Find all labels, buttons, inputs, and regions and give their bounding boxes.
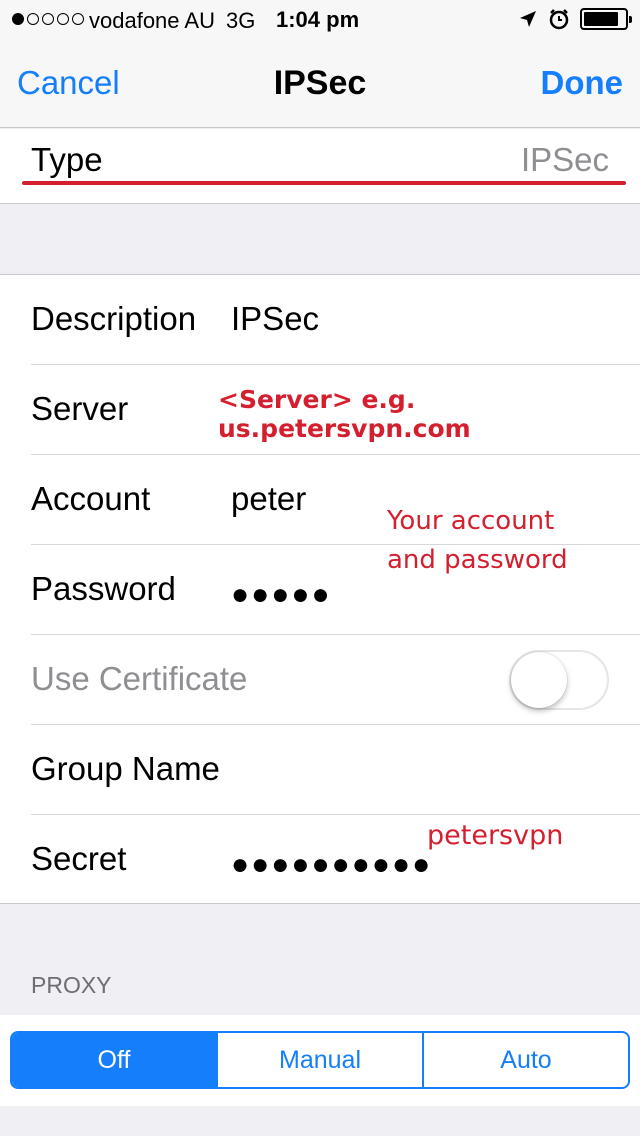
group-name-row[interactable]: Group Name — [31, 725, 640, 815]
secret-label: Secret — [31, 840, 127, 877]
group-name-label: Group Name — [31, 750, 220, 787]
carrier-name: vodafone AU — [89, 8, 215, 33]
status-bar: vodafone AU 3G 1:04 pm — [0, 0, 640, 40]
secret-field[interactable]: ●●●●●●●●●● — [231, 848, 432, 882]
toggle-knob — [511, 652, 567, 708]
vpn-settings-form: Description IPSec Server Account peter P… — [0, 274, 640, 904]
proxy-option-auto[interactable]: Auto — [422, 1033, 628, 1087]
account-field[interactable]: peter — [231, 480, 306, 518]
account-label: Account — [31, 480, 151, 517]
account-annotation: Your account and password — [387, 502, 568, 580]
use-certificate-toggle[interactable] — [509, 650, 609, 710]
proxy-section-header: PROXY — [31, 972, 112, 998]
done-button[interactable]: Done — [541, 64, 624, 102]
battery-icon — [580, 8, 632, 30]
use-certificate-label: Use Certificate — [31, 660, 248, 697]
server-annotation: <Server> e.g. us.petersvpn.com — [218, 385, 471, 443]
proxy-section: Off Manual Auto — [0, 1015, 640, 1106]
use-certificate-row: Use Certificate — [31, 635, 640, 725]
description-label: Description — [31, 300, 197, 337]
proxy-segmented-control: Off Manual Auto — [10, 1031, 630, 1089]
type-value: IPSec — [520, 141, 609, 178]
network-type: 3G — [226, 8, 256, 33]
password-label: Password — [31, 570, 176, 607]
server-label: Server — [31, 390, 129, 427]
navigation-bar: Cancel IPSec Done — [0, 40, 640, 128]
alarm-clock-icon — [548, 8, 570, 30]
type-row[interactable]: Type IPSec — [0, 129, 640, 204]
location-arrow-icon — [518, 9, 538, 29]
description-row[interactable]: Description IPSec — [31, 275, 640, 365]
proxy-option-off[interactable]: Off — [12, 1033, 216, 1087]
account-annotation-line2: and password — [387, 545, 568, 575]
annotation-underline — [22, 181, 626, 185]
signal-strength-icon — [12, 13, 84, 25]
password-field[interactable]: ●●●●● — [231, 578, 332, 612]
description-field[interactable]: IPSec — [231, 300, 319, 338]
type-label: Type — [31, 141, 103, 178]
clock: 1:04 pm — [276, 7, 360, 32]
proxy-option-manual[interactable]: Manual — [216, 1033, 422, 1087]
secret-annotation: petersvpn — [427, 820, 564, 851]
account-annotation-line1: Your account — [387, 506, 555, 536]
